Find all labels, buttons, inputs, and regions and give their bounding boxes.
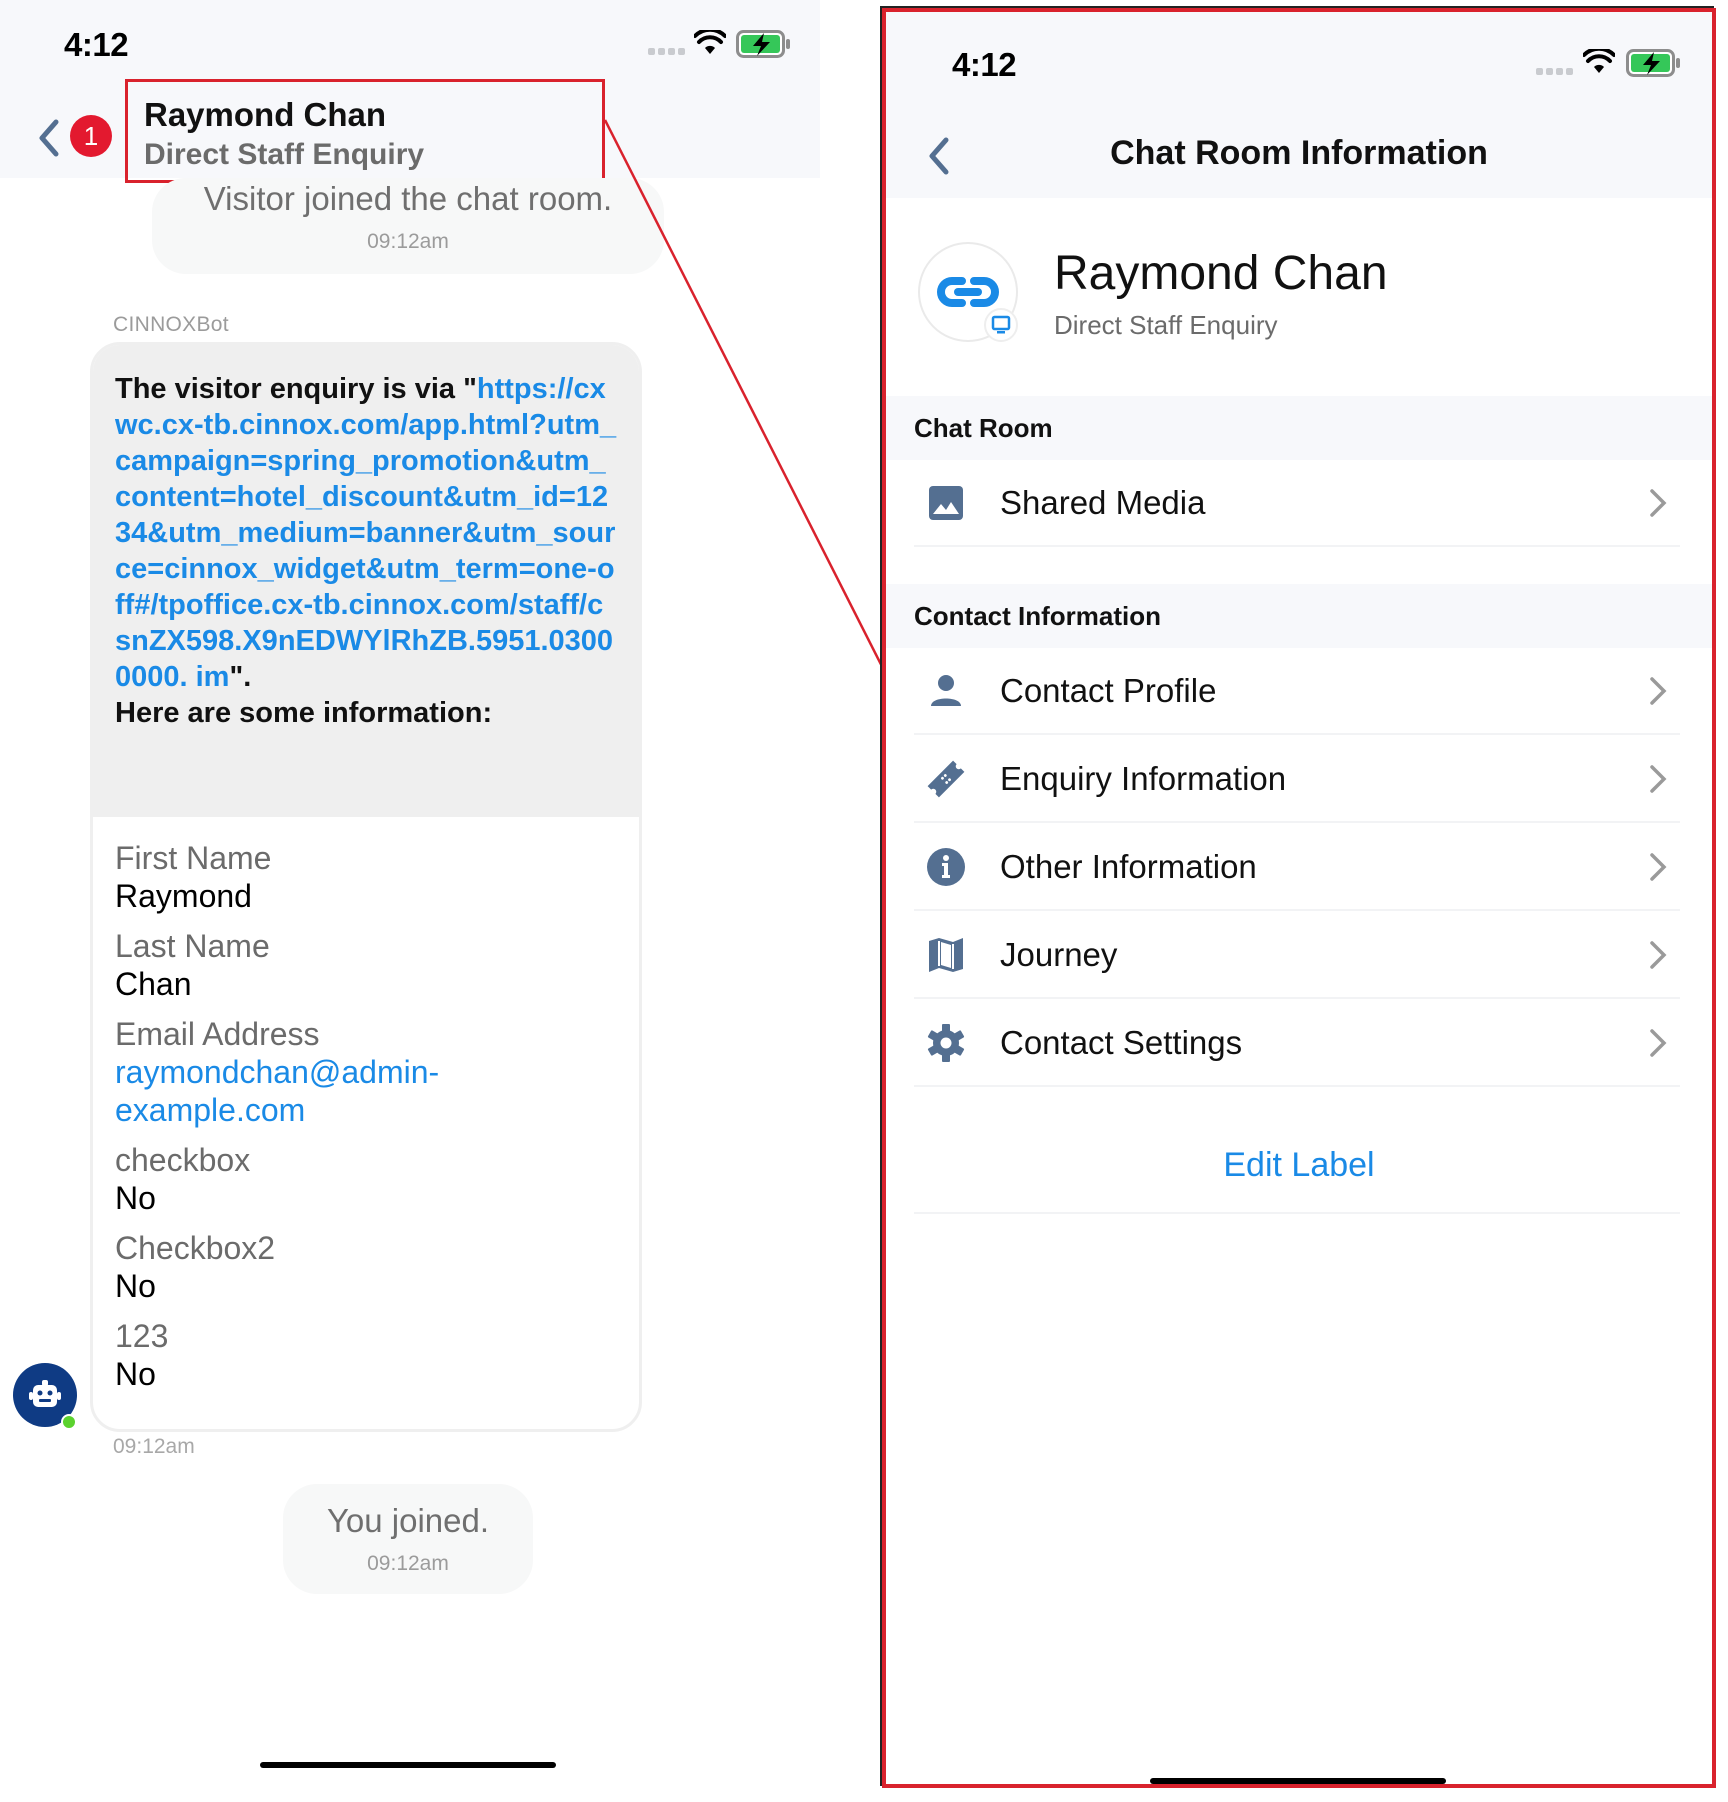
contact-subtitle: Direct Staff Enquiry — [1054, 310, 1278, 340]
menu-item-label: Contact Settings — [1000, 1023, 1243, 1061]
chevron-right-icon — [1650, 488, 1667, 517]
system-message-text: You joined. — [326, 1502, 490, 1539]
field-value: Raymond — [115, 878, 252, 914]
system-message-visitor-joined: Visitor joined the chat room. 09:12am — [152, 178, 664, 274]
bot-message-bubble: The visitor enquiry is via "https://cxwc… — [90, 342, 642, 1432]
field-label: Last Name — [115, 928, 270, 964]
chevron-right-icon — [1650, 1028, 1667, 1057]
home-indicator[interactable] — [260, 1762, 556, 1768]
online-status-indicator — [61, 1414, 77, 1430]
home-indicator[interactable] — [1150, 1778, 1446, 1784]
status-time: 4:12 — [952, 46, 1017, 83]
map-icon — [922, 931, 970, 979]
wifi-icon — [694, 30, 726, 56]
field-label: Checkbox2 — [115, 1230, 276, 1266]
menu-item-label: Shared Media — [1000, 483, 1206, 521]
system-message-time: 09:12am — [367, 1552, 449, 1575]
monitor-icon — [991, 315, 1011, 334]
battery-charging-icon — [1626, 49, 1682, 77]
email-link[interactable]: raymondchan@admin-example.com — [115, 1053, 475, 1129]
field-label: 123 — [115, 1318, 169, 1354]
system-message-you-joined: You joined. 09:12am — [283, 1484, 533, 1594]
field-label: First Name — [115, 840, 272, 876]
section-header-contact-information: Contact Information — [886, 584, 1712, 648]
contact-name: Raymond Chan — [1054, 247, 1388, 300]
enquiry-url-link[interactable]: https://cxwc.cx-tb.cinnox.com/app.html?u… — [115, 373, 616, 693]
page-title: Chat Room Information — [1110, 134, 1488, 172]
wifi-icon — [1583, 49, 1615, 75]
system-message-text: Visitor joined the chat room. — [203, 180, 613, 217]
info-icon — [922, 843, 970, 891]
menu-item-label: Contact Profile — [1000, 671, 1217, 709]
system-message-time: 09:12am — [367, 230, 449, 253]
chevron-right-icon — [1650, 764, 1667, 793]
divider — [914, 1212, 1680, 1214]
image-icon — [922, 479, 970, 527]
person-icon — [922, 667, 970, 715]
menu-item-contact-settings[interactable]: Contact Settings — [914, 1000, 1680, 1087]
chat-room-information-screen: 4:12 Chat Room Information Raymond Chan … — [882, 8, 1716, 1788]
ticket-icon — [922, 755, 970, 803]
chat-screen: 4:12 1 Raymond Chan Direct Staff Enquiry… — [0, 0, 820, 1802]
menu-item-label: Journey — [1000, 935, 1118, 973]
section-header-chat-room: Chat Room — [886, 396, 1712, 460]
battery-charging-icon — [736, 30, 792, 58]
menu-item-enquiry-information[interactable]: Enquiry Information — [914, 736, 1680, 823]
back-button[interactable] — [36, 118, 62, 163]
info-heading: Here are some information: — [115, 697, 493, 729]
menu-item-other-information[interactable]: Other Information — [914, 824, 1680, 911]
annotation-highlight-box — [125, 79, 605, 183]
intro-suffix: ". — [229, 661, 252, 693]
unread-badge: 1 — [70, 115, 112, 157]
menu-item-contact-profile[interactable]: Contact Profile — [914, 648, 1680, 735]
chevron-right-icon — [1650, 676, 1667, 705]
chevron-left-icon — [39, 119, 59, 157]
cellular-signal-icon — [648, 48, 685, 55]
bot-message-time: 09:12am — [113, 1435, 195, 1458]
channel-badge — [984, 308, 1018, 342]
field-value: No — [115, 1356, 156, 1392]
status-time: 4:12 — [64, 26, 129, 63]
form-fields: First Name Raymond Last Name Chan Email … — [93, 817, 639, 1393]
field-value: No — [115, 1180, 156, 1216]
gear-icon — [922, 1019, 970, 1067]
field-value: No — [115, 1268, 156, 1304]
menu-item-label: Enquiry Information — [1000, 759, 1287, 797]
chevron-right-icon — [1650, 940, 1667, 969]
sender-name: CINNOXBot — [113, 313, 229, 336]
menu-item-journey[interactable]: Journey — [914, 912, 1680, 999]
field-label: checkbox — [115, 1142, 251, 1178]
bot-message-intro: The visitor enquiry is via "https://cxwc… — [93, 345, 639, 817]
edit-label-button[interactable]: Edit Label — [886, 1146, 1712, 1185]
intro-text: The visitor enquiry is via " — [115, 373, 477, 405]
menu-item-shared-media[interactable]: Shared Media — [914, 460, 1680, 547]
cellular-signal-icon — [1536, 68, 1573, 75]
chevron-right-icon — [1650, 852, 1667, 881]
field-value: Chan — [115, 966, 192, 1002]
menu-item-label: Other Information — [1000, 847, 1257, 885]
field-label: Email Address — [115, 1016, 320, 1052]
